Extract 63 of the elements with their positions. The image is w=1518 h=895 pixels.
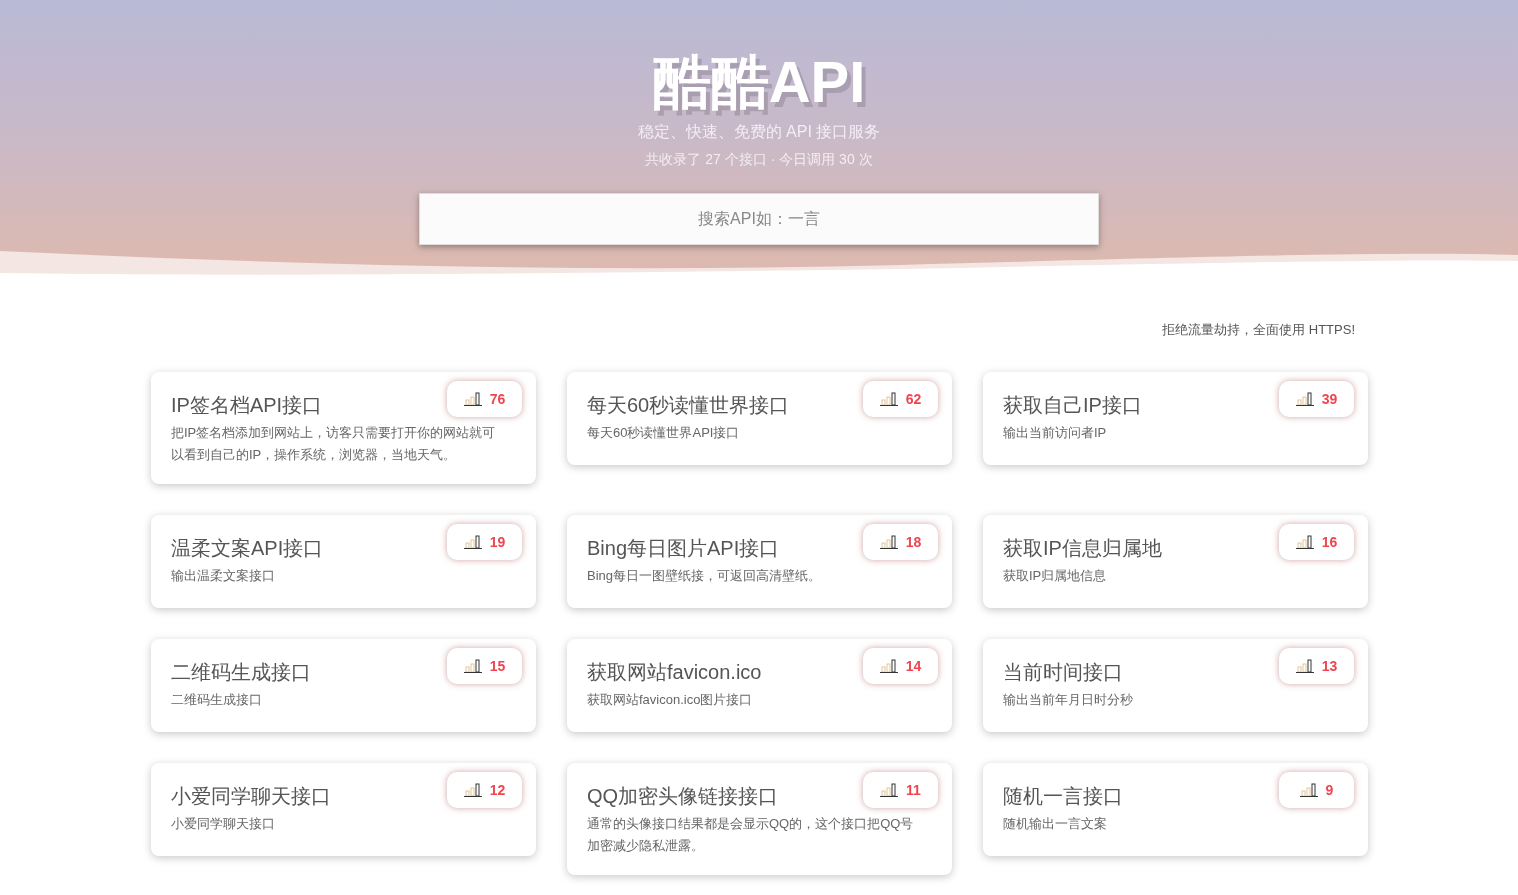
search-field[interactable]: 搜索API如：一言 bbox=[419, 193, 1099, 245]
call-count: 13 bbox=[1321, 658, 1338, 674]
api-card[interactable]: Bing每日图片API接口 18 Bing每日一图壁纸接，可返回高清壁纸。 bbox=[567, 515, 952, 608]
api-title: 当前时间接口 bbox=[1003, 660, 1123, 685]
bar-chart-icon bbox=[463, 392, 482, 406]
api-card[interactable]: 二维码生成接口 15 二维码生成接口 bbox=[151, 639, 536, 732]
api-card[interactable]: 当前时间接口 13 输出当前年月日时分秒 bbox=[983, 639, 1368, 732]
api-title: 随机一言接口 bbox=[1003, 784, 1123, 809]
bar-chart-icon bbox=[1295, 659, 1314, 673]
bar-chart-icon bbox=[879, 392, 898, 406]
api-description: Bing每日一图壁纸接，可返回高清壁纸。 bbox=[587, 567, 823, 585]
api-title: 获取自己IP接口 bbox=[1003, 393, 1142, 418]
call-count: 9 bbox=[1325, 782, 1334, 798]
api-card[interactable]: 温柔文案API接口 19 输出温柔文案接口 bbox=[151, 515, 536, 608]
call-count: 19 bbox=[489, 534, 506, 550]
bar-chart-icon bbox=[463, 783, 482, 797]
call-count: 14 bbox=[905, 658, 922, 674]
bar-chart-icon bbox=[1299, 783, 1318, 797]
api-title: 小爱同学聊天接口 bbox=[171, 784, 331, 809]
bar-chart-icon bbox=[879, 659, 898, 673]
api-description: 每天60秒读懂世界API接口 bbox=[587, 424, 741, 442]
bar-chart-icon bbox=[463, 535, 482, 549]
api-card[interactable]: 获取IP信息归属地 16 获取IP归属地信息 bbox=[983, 515, 1368, 608]
api-title: 每天60秒读懂世界接口 bbox=[587, 393, 790, 418]
api-card[interactable]: 小爱同学聊天接口 12 小爱同学聊天接口 bbox=[151, 763, 536, 856]
call-count: 18 bbox=[905, 534, 922, 550]
call-count: 12 bbox=[489, 782, 506, 798]
call-count: 15 bbox=[489, 658, 506, 674]
call-count: 16 bbox=[1321, 534, 1338, 550]
api-card[interactable]: 每天60秒读懂世界接口 62 每天60秒读懂世界API接口 bbox=[567, 372, 952, 465]
call-count: 39 bbox=[1321, 391, 1338, 407]
api-title: 温柔文案API接口 bbox=[171, 536, 324, 561]
bar-chart-icon bbox=[1295, 535, 1314, 549]
api-description: 输出当前访问者IP bbox=[1003, 424, 1108, 442]
api-title: Bing每日图片API接口 bbox=[587, 536, 780, 561]
api-card[interactable]: QQ加密头像链接接口 11 通常的头像接口结果都是会显示QQ的，这个接口把QQ号加密减少隐私泄露。 bbox=[567, 763, 952, 875]
bar-chart-icon bbox=[463, 659, 482, 673]
api-title: IP签名档API接口 bbox=[171, 393, 323, 418]
api-description: 通常的头像接口结果都是会显示QQ的，这个接口把QQ号加密减少隐私泄露。 bbox=[587, 815, 915, 855]
api-description: 二维码生成接口 bbox=[171, 691, 263, 709]
api-card[interactable]: IP签名档API接口 76 把IP签名档添加到网站上，访客只需要打开你的网站就可以看到自己的IP，操作系统，浏览器，当地天气。 bbox=[151, 372, 536, 484]
api-description: 输出当前年月日时分秒 bbox=[1003, 691, 1134, 709]
bar-chart-icon bbox=[1295, 392, 1314, 406]
call-count: 11 bbox=[906, 782, 921, 798]
api-title: 获取IP信息归属地 bbox=[1003, 536, 1162, 561]
api-description: 输出温柔文案接口 bbox=[171, 567, 276, 585]
api-description: 获取网站favicon.ico图片接口 bbox=[587, 691, 754, 709]
api-card[interactable]: 获取网站favicon.ico 14 获取网站favicon.ico图片接口 bbox=[567, 639, 952, 732]
api-title: 二维码生成接口 bbox=[171, 660, 311, 685]
api-description: 把IP签名档添加到网站上，访客只需要打开你的网站就可以看到自己的IP，操作系统，浏览器，当地天气。 bbox=[171, 424, 497, 464]
bar-chart-icon bbox=[880, 783, 899, 797]
api-description: 小爱同学聊天接口 bbox=[171, 815, 276, 833]
api-card[interactable]: 获取自己IP接口 39 输出当前访问者IP bbox=[983, 372, 1368, 465]
api-title: 获取网站favicon.ico bbox=[587, 660, 762, 685]
call-count: 62 bbox=[905, 391, 922, 407]
site-title: 酷酷API bbox=[652, 50, 866, 114]
api-card[interactable]: 随机一言接口 9 随机输出一言文案 bbox=[983, 763, 1368, 856]
api-title: QQ加密头像链接接口 bbox=[587, 784, 779, 809]
api-description: 随机输出一言文案 bbox=[1003, 815, 1108, 833]
https-notice: 拒绝流量劫持，全面使用 HTTPS! bbox=[1161, 321, 1356, 339]
api-description: 获取IP归属地信息 bbox=[1003, 567, 1108, 585]
call-count: 76 bbox=[489, 391, 506, 407]
bar-chart-icon bbox=[879, 535, 898, 549]
